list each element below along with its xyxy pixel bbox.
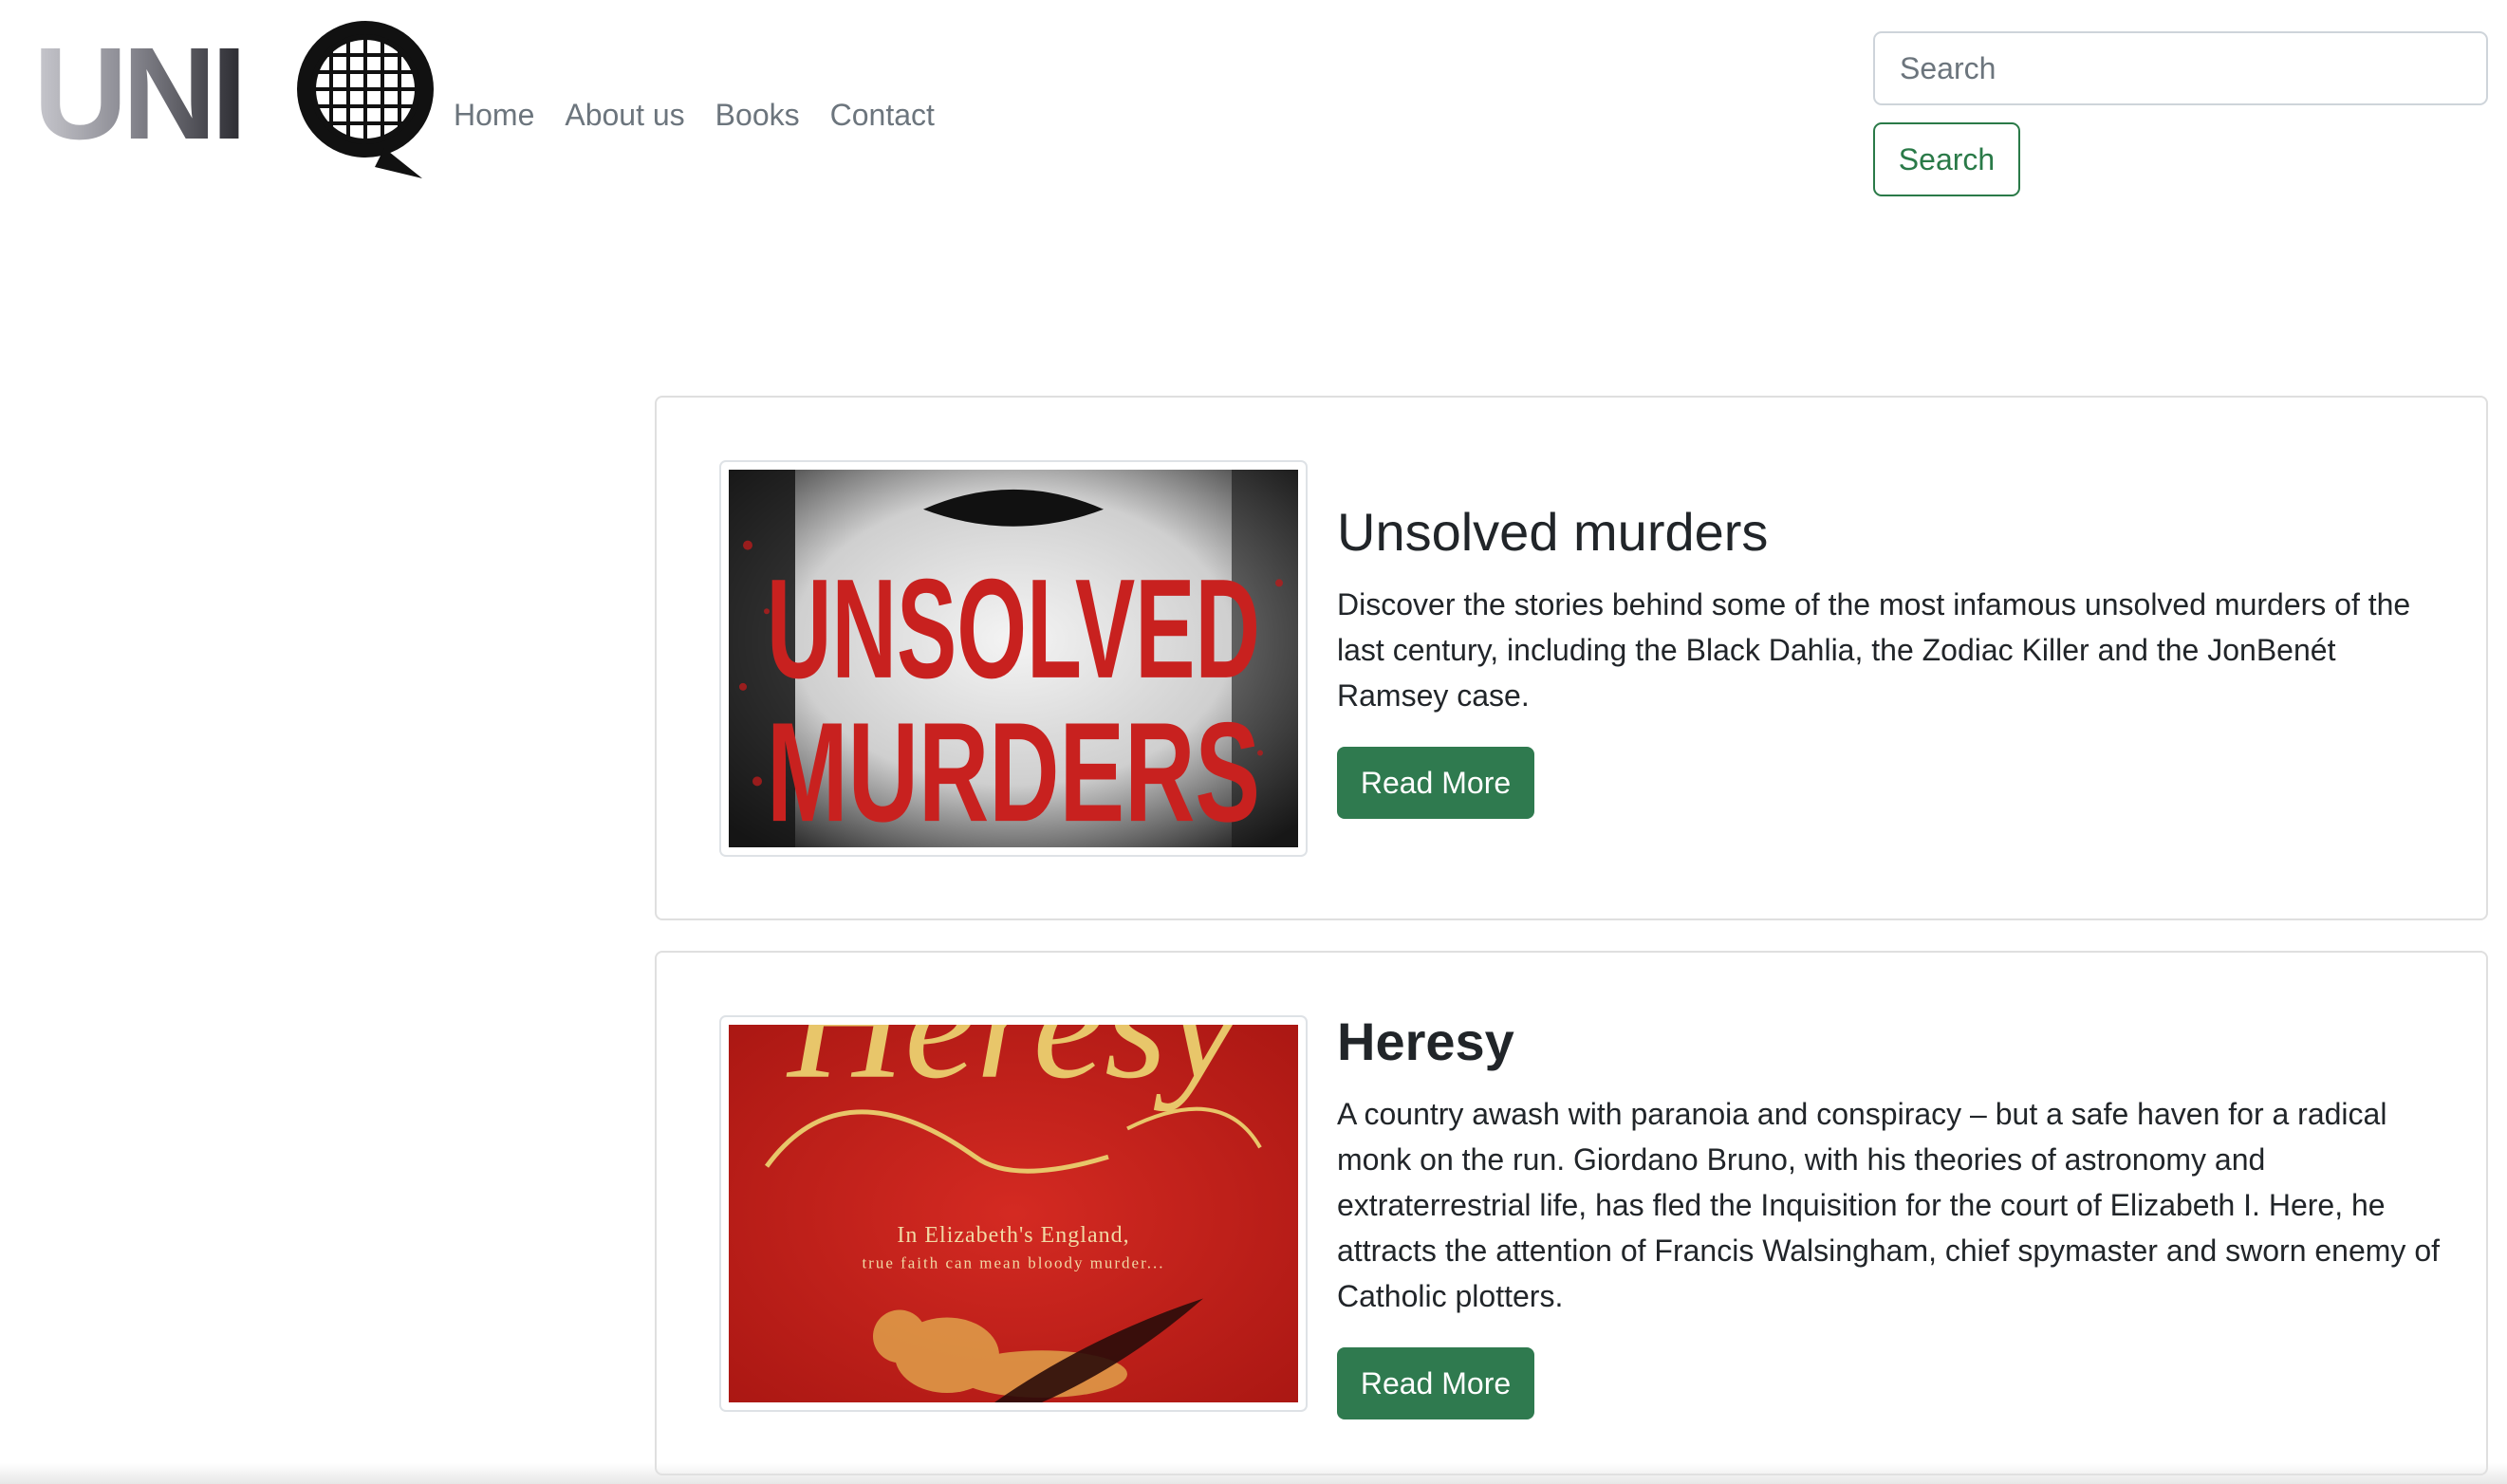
nav-contact-link[interactable]: Contact [830, 93, 935, 137]
svg-text:In Elizabeth's England,: In Elizabeth's England, [897, 1223, 1129, 1248]
book-card-body: Heresy A country awash with paranoia and… [1337, 1010, 2441, 1419]
svg-text:Heresy: Heresy [786, 1025, 1239, 1112]
site-logo[interactable]: UNI [33, 15, 436, 181]
main-nav: Home About us Books Contact [454, 93, 965, 137]
search-button[interactable]: Search [1873, 122, 2020, 196]
book-cover-thumbnail[interactable]: Heresy In Elizabeth's England, true fait… [719, 1015, 1308, 1412]
book-title: Heresy [1337, 1011, 1514, 1071]
svg-text:UNSOLVED: UNSOLVED [767, 549, 1260, 708]
logo-graphic: UNI [33, 21, 434, 178]
read-more-button[interactable]: Read More [1337, 747, 1534, 819]
book-cover-thumbnail[interactable]: UNSOLVED MURDERS [719, 460, 1308, 857]
book-description: Discover the stories behind some of the … [1337, 587, 2411, 713]
scroll-shadow [0, 1463, 2507, 1484]
book-description: A country awash with paranoia and conspi… [1337, 1097, 2440, 1313]
nav-about-link[interactable]: About us [565, 93, 684, 137]
book-cover-image: Heresy In Elizabeth's England, true fait… [729, 1025, 1298, 1402]
search-input[interactable] [1873, 31, 2488, 105]
book-cover-image: UNSOLVED MURDERS [729, 470, 1298, 847]
svg-text:UNI: UNI [33, 21, 242, 167]
nav-books-link[interactable]: Books [715, 93, 800, 137]
book-card: Heresy In Elizabeth's England, true fait… [655, 951, 2488, 1475]
svg-text:true faith can mean bloody mur: true faith can mean bloody murder... [862, 1254, 1164, 1272]
book-title: Unsolved murders [1337, 502, 1769, 562]
nav-home-link[interactable]: Home [454, 93, 534, 137]
svg-text:MURDERS: MURDERS [767, 693, 1260, 847]
book-card: UNSOLVED MURDERS Unsolved murders Discov… [655, 396, 2488, 920]
book-card-body: Unsolved murders Discover the stories be… [1337, 500, 2441, 819]
read-more-button[interactable]: Read More [1337, 1347, 1534, 1419]
